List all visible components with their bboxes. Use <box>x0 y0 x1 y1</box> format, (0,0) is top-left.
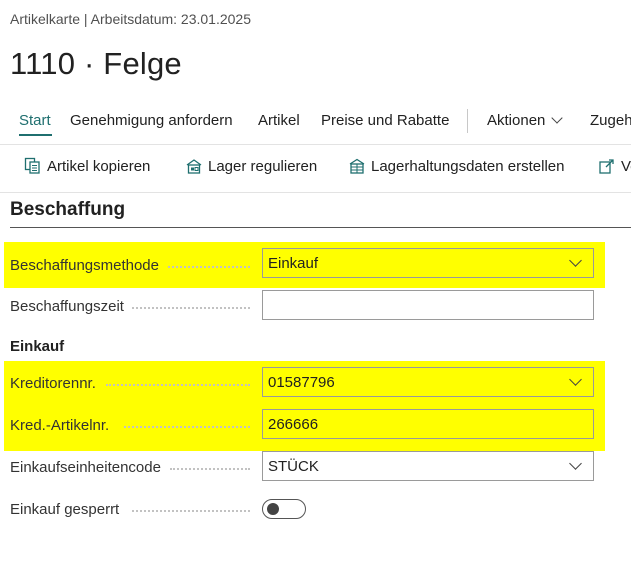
dot-leader <box>132 510 250 512</box>
copy-document-icon <box>24 157 40 174</box>
beschaffungsmethode-select[interactable]: Einkauf <box>262 248 594 278</box>
adjust-inventory-icon <box>186 159 202 174</box>
copy-item-label: Artikel kopieren <box>47 157 151 175</box>
dot-leader <box>168 266 250 268</box>
beschaffungsmethode-label: Beschaffungsmethode <box>10 257 159 274</box>
kreditorennr-value: 01587796 <box>268 374 335 391</box>
divider <box>0 144 631 145</box>
einkauf-gesperrt-toggle[interactable] <box>262 499 306 519</box>
tab-preise-und-rabatte[interactable]: Preise und Rabatte <box>321 112 449 129</box>
toggle-knob <box>267 503 279 515</box>
chevron-down-icon <box>569 254 582 267</box>
kred-artikelnr-label: Kred.-Artikelnr. <box>10 417 110 434</box>
kred-artikelnr-input[interactable]: 266666 <box>262 409 594 439</box>
chevron-down-icon <box>551 112 564 124</box>
section-title[interactable]: Beschaffung <box>10 199 125 221</box>
adjust-inventory-label: Lager regulieren <box>208 157 318 175</box>
action-tabs: Start Genehmigung anfordern Artikel Prei… <box>0 109 631 136</box>
dot-leader <box>132 307 250 309</box>
einkaufseinheitencode-value: STÜCK <box>268 458 319 475</box>
einkauf-gesperrt-label: Einkauf gesperrt <box>10 501 120 518</box>
tab-genehmigung-anfordern[interactable]: Genehmigung anfordern <box>70 112 233 129</box>
kred-artikelnr-value: 266666 <box>268 416 319 433</box>
open-more-button[interactable]: Vo <box>598 157 631 175</box>
chevron-down-icon <box>569 373 582 386</box>
kreditorennr-label: Kreditorennr. <box>10 375 96 392</box>
einkaufseinheitencode-label: Einkaufseinheitencode <box>10 459 161 476</box>
action-bar: Artikel kopieren Lager regulieren Lagerh… <box>0 157 631 181</box>
create-stockkeeping-label: Lagerhaltungsdaten erstellen <box>371 157 565 175</box>
einkauf-subheading: Einkauf <box>10 338 65 355</box>
beschaffungszeit-label: Beschaffungszeit <box>10 298 124 315</box>
dot-leader <box>106 384 250 386</box>
tab-zugehoerig[interactable]: Zugeh <box>590 112 631 129</box>
tab-aktionen[interactable]: Aktionen <box>487 112 564 129</box>
page-title: 1110 · Felge <box>10 46 182 81</box>
copy-item-button[interactable]: Artikel kopieren <box>24 157 150 175</box>
create-stockkeeping-button[interactable]: Lagerhaltungsdaten erstellen <box>348 157 564 175</box>
beschaffungsmethode-value: Einkauf <box>268 255 319 272</box>
breadcrumb: Artikelkarte | Arbeitsdatum: 23.01.2025 <box>10 11 251 27</box>
divider <box>0 192 631 193</box>
tab-start[interactable]: Start <box>19 112 51 129</box>
tab-aktionen-label: Aktionen <box>487 112 546 129</box>
tab-separator <box>467 109 468 133</box>
beschaffungszeit-input[interactable] <box>262 290 594 320</box>
tab-artikel[interactable]: Artikel <box>258 112 300 129</box>
chevron-down-icon <box>569 457 582 470</box>
create-stockkeeping-icon <box>349 158 365 174</box>
kreditorennr-select[interactable]: 01587796 <box>262 367 594 397</box>
open-external-icon <box>599 159 614 174</box>
einkaufseinheitencode-select[interactable]: STÜCK <box>262 451 594 481</box>
section-divider <box>10 227 631 228</box>
active-tab-indicator <box>19 134 52 136</box>
dot-leader <box>170 468 250 470</box>
adjust-inventory-button[interactable]: Lager regulieren <box>185 157 317 175</box>
dot-leader <box>124 426 250 428</box>
open-more-label: Vo <box>621 157 631 175</box>
